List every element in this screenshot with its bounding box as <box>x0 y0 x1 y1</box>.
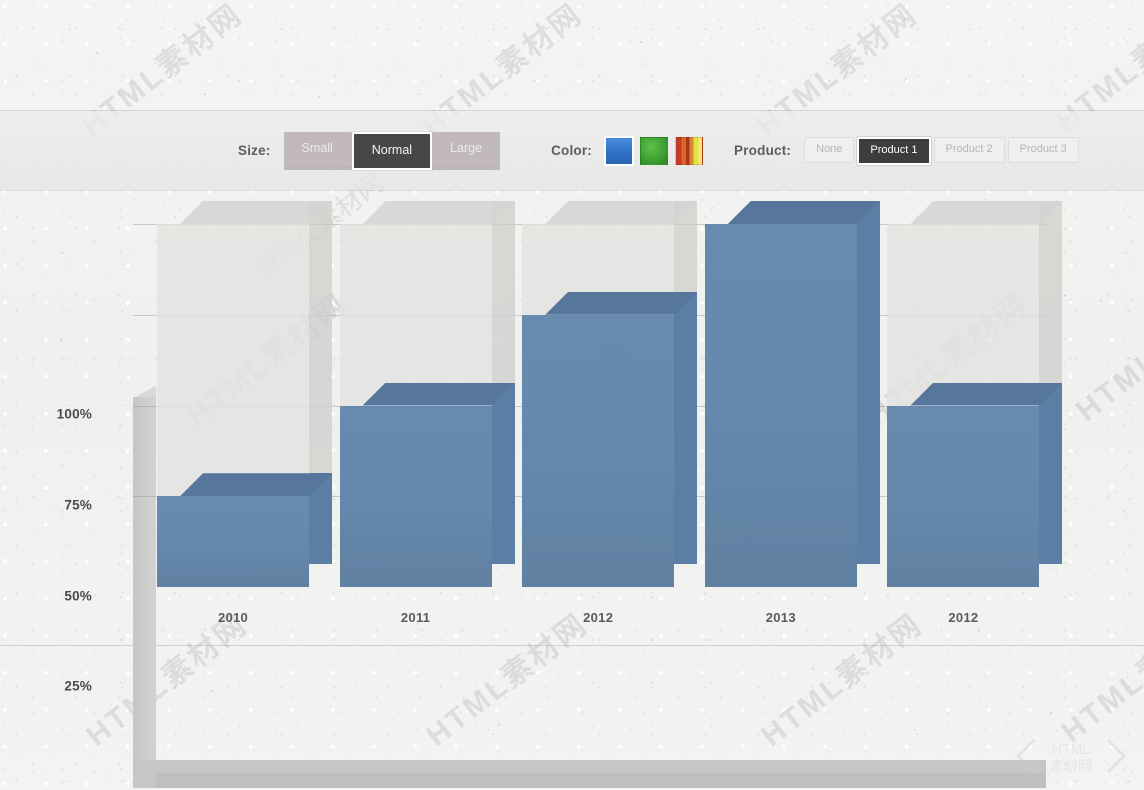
y-axis-label-100pct: 100% <box>56 406 92 422</box>
green-swatch[interactable] <box>640 136 669 165</box>
y-axis-label-25pct: 25% <box>64 678 92 694</box>
bar-fill-top <box>363 383 515 406</box>
bar-fill-side <box>1039 382 1063 564</box>
bar-group[interactable] <box>887 201 1063 587</box>
color-label: Color: <box>551 143 593 158</box>
size-button-group: Small Normal Large <box>283 131 501 170</box>
product-label: Product: <box>734 143 792 158</box>
y-axis-label-50pct: 50% <box>64 588 92 603</box>
blue-swatch[interactable] <box>604 135 635 166</box>
texture-speck <box>640 41 642 43</box>
product-option-product-1[interactable]: Product 1 <box>857 136 931 165</box>
bar-fill-front <box>339 405 492 587</box>
bar-track-top <box>545 201 697 224</box>
chart-floor-front <box>156 773 1046 788</box>
x-axis-label: 2010 <box>217 610 249 625</box>
svg-text:素材网: 素材网 <box>1050 758 1092 774</box>
rainbow-swatch[interactable] <box>675 136 704 165</box>
bar-group[interactable] <box>339 201 515 587</box>
y-axis-label-75pct: 75% <box>64 497 92 513</box>
product-option-none[interactable]: None <box>804 136 855 163</box>
bar-chart: 25% 50% 75% 100% 2010 2011 2012 2013 2012 <box>0 190 1144 788</box>
bar-fill-top <box>545 292 697 315</box>
corner-logo-watermark: HTML 素材网 <box>1015 738 1127 774</box>
bar-fill-front <box>157 496 309 587</box>
product-button-group: None Product 1 Product 2 Product 3 <box>804 136 1082 165</box>
bar-fill-top <box>910 383 1062 406</box>
product-control-group: Product: None Product 1 Product 2 Produc… <box>734 136 1082 165</box>
bar-fill-side <box>674 291 698 564</box>
bar-fill-front <box>522 314 675 587</box>
controls-toolbar: Size: Small Normal Large Color: Product:… <box>0 111 1144 190</box>
bar-group[interactable] <box>522 201 698 587</box>
size-option-normal[interactable]: Normal <box>351 131 433 170</box>
bar-fill-side <box>856 201 880 564</box>
bar-fill-side <box>491 382 515 564</box>
texture-speck <box>812 668 814 670</box>
plot-area <box>133 201 1063 597</box>
svg-text:HTML: HTML <box>1052 741 1090 757</box>
texture-speck <box>211 690 213 692</box>
texture-speck <box>318 96 320 98</box>
texture-speck <box>905 78 907 80</box>
product-option-product-3[interactable]: Product 3 <box>1007 136 1079 163</box>
bar-fill-top <box>180 473 332 496</box>
color-swatch-group <box>604 135 704 166</box>
bar-fill-top <box>728 201 880 224</box>
bar-fill-front <box>704 224 857 587</box>
size-option-large[interactable]: Large <box>432 131 501 166</box>
x-axis-label: 2012 <box>583 610 614 625</box>
x-axis-label: 2013 <box>765 610 796 625</box>
product-option-product-2[interactable]: Product 2 <box>933 136 1005 163</box>
size-control-group: Size: Small Normal Large <box>238 131 501 170</box>
size-option-small[interactable]: Small <box>283 131 352 166</box>
color-control-group: Color: <box>551 135 704 166</box>
texture-speck <box>498 724 500 726</box>
bar-group[interactable] <box>157 201 332 587</box>
bar-fill-front <box>887 405 1040 587</box>
bar-group[interactable] <box>704 201 880 587</box>
x-axis-label: 2011 <box>400 610 431 625</box>
bar-track-top <box>180 201 332 224</box>
bar-track-top <box>363 201 515 224</box>
x-axis-label: 2012 <box>948 610 979 625</box>
size-label: Size: <box>238 143 271 158</box>
texture-speck <box>96 52 98 54</box>
divider-bottom <box>0 645 1144 646</box>
bar-track-top <box>910 201 1062 224</box>
texture-speck <box>1050 712 1052 714</box>
